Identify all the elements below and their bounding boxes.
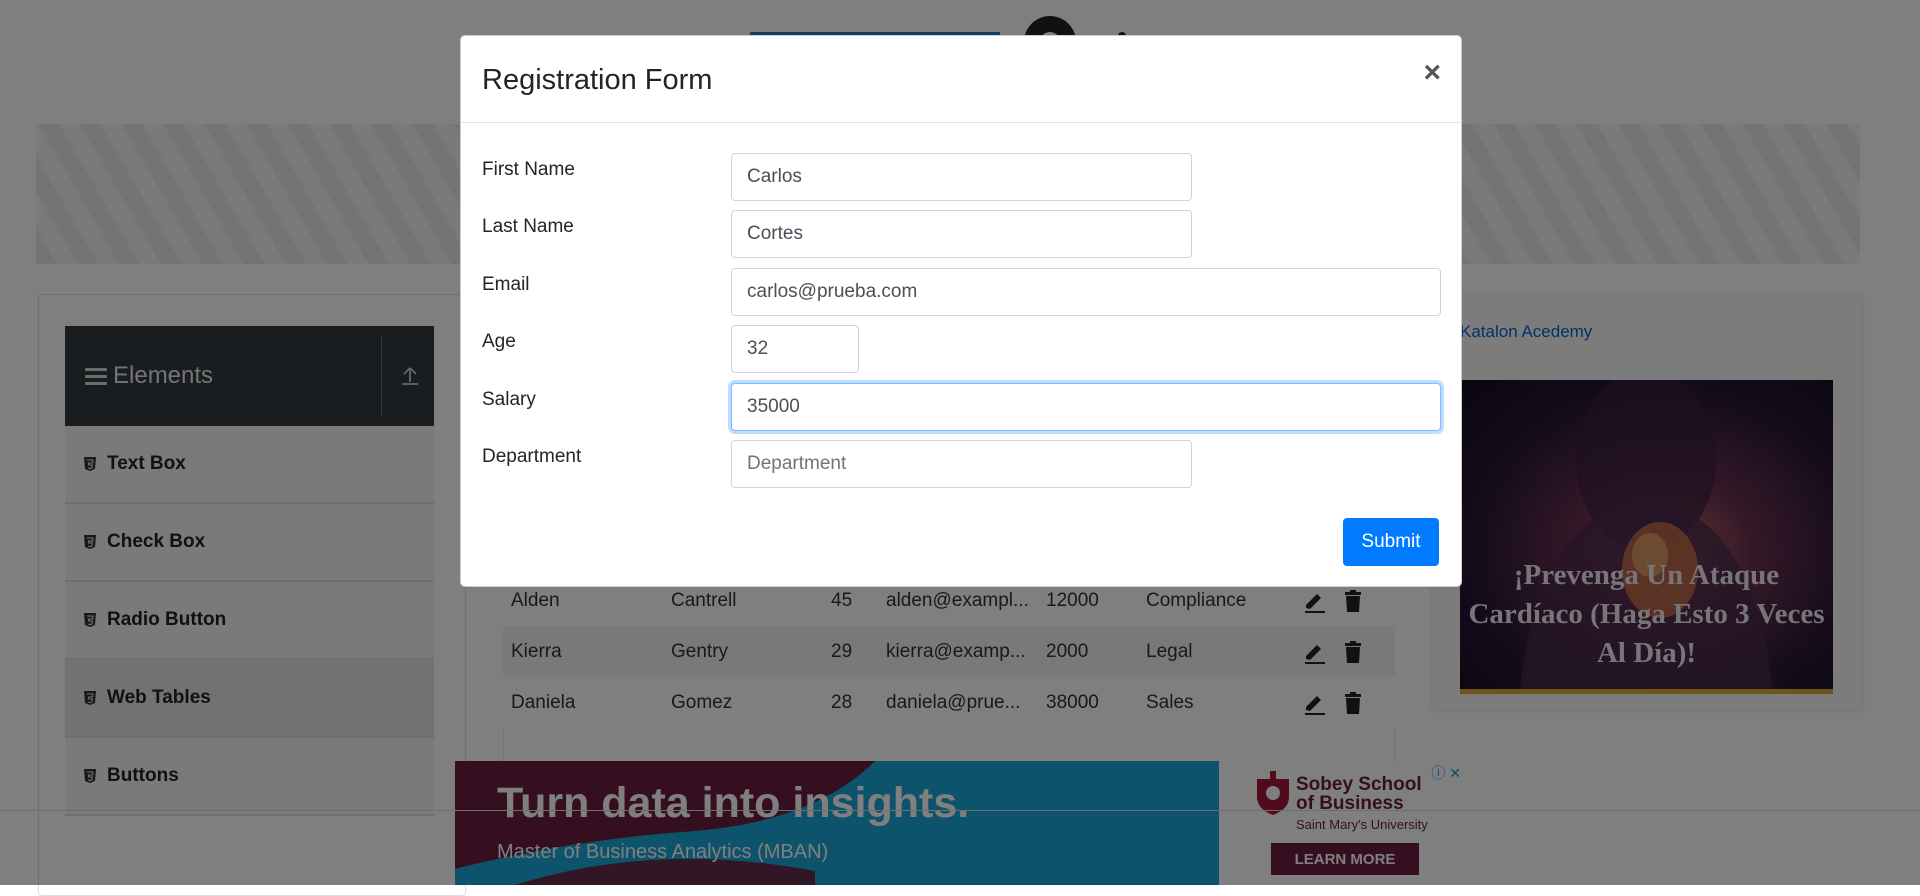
salary-row: Salary <box>482 383 1442 431</box>
email-label: Email <box>482 274 530 295</box>
department-field[interactable] <box>731 440 1192 488</box>
email-field[interactable] <box>731 268 1441 316</box>
last-name-row: Last Name <box>482 210 1442 258</box>
department-label: Department <box>482 446 582 467</box>
salary-field[interactable] <box>731 383 1441 431</box>
last-name-label: Last Name <box>482 216 574 237</box>
email-row: Email <box>482 268 1442 316</box>
close-icon[interactable]: × <box>1423 58 1441 88</box>
age-label: Age <box>482 331 516 352</box>
last-name-field[interactable] <box>731 210 1192 258</box>
salary-label: Salary <box>482 389 536 410</box>
registration-modal: Registration Form × First Name Last Name… <box>460 35 1462 587</box>
department-row: Department <box>482 440 1442 488</box>
age-row: Age <box>482 325 1442 373</box>
modal-title: Registration Form <box>482 64 713 96</box>
age-field[interactable] <box>731 325 859 373</box>
submit-button[interactable]: Submit <box>1343 518 1439 566</box>
first-name-field[interactable] <box>731 153 1192 201</box>
first-name-label: First Name <box>482 159 575 180</box>
first-name-row: First Name <box>482 153 1442 201</box>
modal-header: Registration Form × <box>461 36 1461 123</box>
